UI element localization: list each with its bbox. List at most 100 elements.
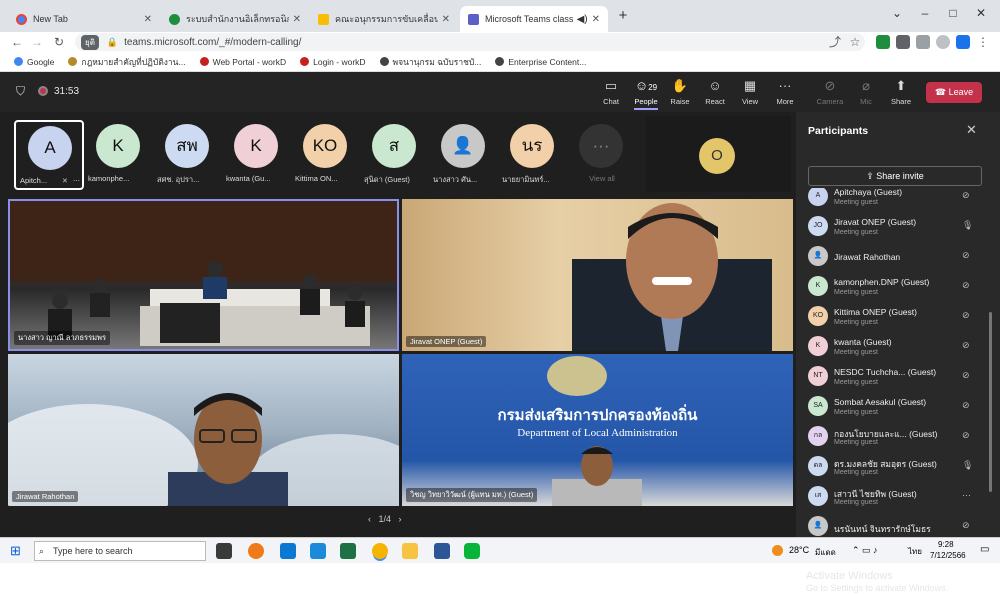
more-options-icon[interactable]: ⋯: [962, 490, 971, 501]
conference-room-video: [10, 201, 397, 346]
forward-icon[interactable]: →: [28, 33, 46, 51]
maximize-button[interactable]: □: [940, 3, 966, 23]
file-explorer-icon[interactable]: [402, 543, 418, 559]
tray-icons[interactable]: ⌃ ▭ ♪: [852, 545, 878, 556]
address-bar[interactable]: ยุติ 🔒 teams.microsoft.com/_#/modern-cal…: [75, 33, 865, 51]
mail-icon[interactable]: [280, 543, 296, 559]
bookmark-law[interactable]: กฎหมายสำคัญที่ปฏิบัติงาน...: [68, 55, 186, 69]
participant-row[interactable]: ดล ดร.มงคลชัย สมอุดร (Guest) Meeting guest…: [796, 452, 1000, 482]
reload-icon[interactable]: ↻: [50, 33, 68, 51]
participant-row[interactable]: Kkamonphen.DNP (Guest) Meeting guest ⊘: [796, 272, 1000, 302]
participant-row[interactable]: กล กองนโยบายและแ... (Guest) Meeting guest ⊘: [796, 422, 1000, 452]
participant-row[interactable]: SA Sombat Aesakul (Guest) Meeting guest ⊘: [796, 392, 1000, 422]
close-window-button[interactable]: ✕: [968, 3, 994, 23]
chat-button[interactable]: ▭ Chat: [593, 78, 629, 106]
participant-row[interactable]: JO Jiravat ONEP (Guest) Meeting guest 🎙: [796, 212, 1000, 242]
person-icon: 👤: [452, 136, 474, 155]
participant-tile[interactable]: K kwanta (Gu...: [222, 120, 292, 190]
bookmark-star-icon[interactable]: ☆: [846, 33, 864, 51]
share-invite-button[interactable]: ⇪ Share invite: [808, 166, 982, 186]
more-button[interactable]: ··· More: [767, 78, 803, 106]
firefox-icon[interactable]: [248, 543, 264, 559]
previous-page-button[interactable]: ‹: [368, 514, 371, 524]
participant-row[interactable]: Kkwanta (Guest) Meeting guest ⊘: [796, 332, 1000, 362]
participant-row[interactable]: 👤 นรนันทน์ จินทรารักษ์โมธร ⊘: [796, 512, 1000, 537]
excel-icon[interactable]: [340, 543, 356, 559]
tab-office-system[interactable]: ระบบสำนักงานอิเล็กทรอนิกส์ ✕: [161, 6, 309, 32]
people-button[interactable]: ☺29 People: [628, 78, 664, 110]
camera-button[interactable]: ⊘ Camera: [812, 78, 848, 106]
bookmark-enterprise[interactable]: Enterprise Content...: [495, 57, 586, 67]
store-icon[interactable]: [310, 543, 326, 559]
featured-participant[interactable]: O: [646, 116, 791, 192]
tab-drive-doc[interactable]: คณะอนุกรรมการขับเคลื่อนการดำเนินงาน ✕: [310, 6, 458, 32]
sidebar-icon[interactable]: [916, 35, 930, 49]
tab-new-tab[interactable]: New Tab ✕: [8, 6, 160, 32]
weather-temp[interactable]: 28°C: [789, 545, 809, 555]
lock-icon[interactable]: 🔒: [107, 37, 118, 48]
tab-search-icon[interactable]: ⌄: [884, 3, 910, 23]
mic-button[interactable]: ⌀ Mic: [848, 78, 884, 106]
bookmarks-bar: Google กฎหมายสำคัญที่ปฏิบัติงาน... Web P…: [0, 52, 1000, 72]
line-app-icon[interactable]: [464, 543, 480, 559]
extensions-icon[interactable]: [896, 35, 910, 49]
task-view-icon[interactable]: [216, 543, 232, 559]
close-icon[interactable]: ✕: [293, 14, 301, 25]
profile-icon[interactable]: [936, 35, 950, 49]
close-icon[interactable]: ✕: [144, 14, 152, 25]
participant-tile[interactable]: K kamonphe...: [84, 120, 154, 190]
next-page-button[interactable]: ›: [399, 514, 402, 524]
participant-row[interactable]: เส เสาวนี ไชยทิพ (Guest) Meeting guest ⋯: [796, 482, 1000, 512]
raise-hand-button[interactable]: ✋ Raise: [662, 78, 698, 106]
view-all-button[interactable]: ··· View all: [567, 120, 637, 190]
share-button[interactable]: ⬆ Share: [883, 78, 919, 106]
share-page-icon[interactable]: ⤴: [826, 33, 844, 51]
taskbar-search-input[interactable]: ⌕ Type here to search: [34, 541, 206, 561]
windows-start-icon[interactable]: ⊞: [10, 543, 21, 559]
participant-tile[interactable]: 👤 นางสาว ศัน...: [429, 120, 499, 190]
back-icon[interactable]: ←: [8, 33, 26, 51]
clock-date[interactable]: 7/12/2566: [930, 551, 966, 560]
menu-icon[interactable]: ⋮: [974, 33, 992, 51]
extension-shield-icon[interactable]: [876, 35, 890, 49]
close-icon[interactable]: ✕: [966, 122, 977, 138]
new-tab-button[interactable]: +: [610, 6, 636, 26]
react-button[interactable]: ☺ React: [697, 78, 733, 106]
bookmark-web-portal[interactable]: Web Portal - workD: [199, 57, 286, 67]
video-tile[interactable]: นางสาว ญาณี ลาภธรรมพร: [8, 199, 399, 351]
language-indicator[interactable]: ไทย: [908, 545, 922, 558]
leave-button[interactable]: ☎ Leave: [926, 82, 982, 103]
view-button[interactable]: ▦ View: [732, 78, 768, 106]
word-icon[interactable]: [434, 543, 450, 559]
video-tile[interactable]: Jiravat ONEP (Guest): [402, 199, 793, 351]
participant-row[interactable]: A Apitchaya (Guest) Meeting guest ⊘: [796, 188, 1000, 212]
profile-chip[interactable]: ยุติ: [81, 34, 99, 50]
participant-row[interactable]: KO Kittima ONEP (Guest) Meeting guest ⊘: [796, 302, 1000, 332]
minimize-button[interactable]: –: [912, 3, 938, 23]
video-pager: ‹ 1/4 ›: [368, 514, 402, 524]
mic-off-icon: ⊘: [962, 190, 970, 200]
mic-off-icon: ⊘: [962, 370, 970, 380]
vpn-icon[interactable]: [956, 35, 970, 49]
scrollbar[interactable]: [989, 312, 992, 492]
more-options-icon[interactable]: ⋯: [73, 177, 80, 185]
tab-teams[interactable]: Microsoft Teams classic ◀) ✕: [460, 6, 608, 32]
participant-tile[interactable]: KO Kittima ON...: [291, 120, 361, 190]
chrome-taskbar-icon[interactable]: [372, 543, 388, 559]
participant-tile[interactable]: สพ สศช. อุปรา...: [153, 120, 223, 190]
participant-tile[interactable]: A Apitch... ✕ ⋯: [14, 120, 84, 190]
video-tile[interactable]: Jirawat Rahothan: [8, 354, 399, 506]
bookmark-google[interactable]: Google: [14, 57, 54, 67]
bookmark-login[interactable]: Login - workD: [300, 57, 366, 67]
bookmark-dictionary[interactable]: พจนานุกรม ฉบับราชบั...: [379, 55, 481, 69]
close-icon[interactable]: ✕: [442, 14, 450, 25]
video-tile[interactable]: กรมส่งเสริมการปกครองท้องถิ่น Department …: [402, 354, 793, 506]
participant-row[interactable]: 👤 Jirawat Rahothan ⊘: [796, 242, 1000, 272]
participant-tile[interactable]: ส สุนิดา (Guest): [360, 120, 430, 190]
participant-row[interactable]: NT NESDC Tuchcha... (Guest) Meeting guest ⊘: [796, 362, 1000, 392]
notification-icon[interactable]: ▭: [980, 544, 989, 555]
clock-time[interactable]: 9:28: [938, 540, 954, 549]
close-icon[interactable]: ✕: [592, 14, 600, 25]
participant-tile[interactable]: นร นายยามินทร์...: [498, 120, 568, 190]
search-icon: ⌕: [39, 546, 45, 556]
